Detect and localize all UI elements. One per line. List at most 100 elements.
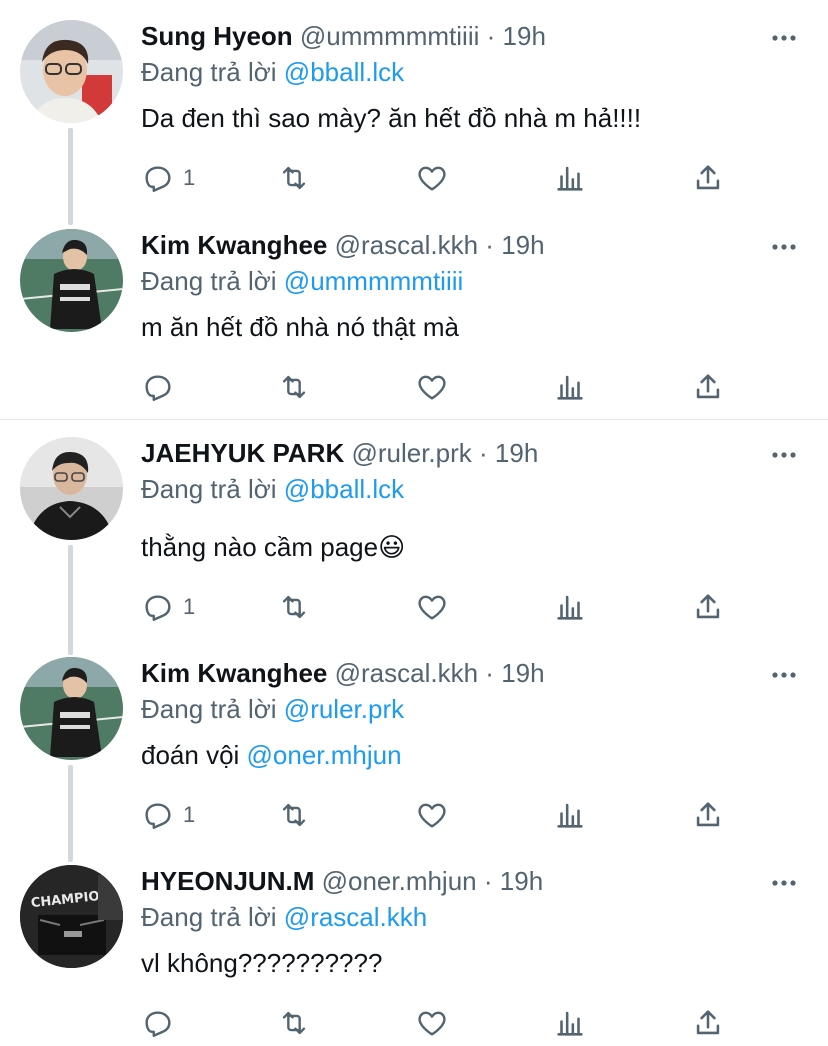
action-bar: 1 (141, 158, 741, 198)
reply-prefix: Đang trả lời (141, 57, 277, 87)
reply-count: 1 (183, 802, 196, 827)
tweet-text-body: đoán vội (141, 740, 247, 770)
share-icon (696, 594, 720, 619)
analytics-icon (557, 803, 583, 828)
display-name[interactable]: HYEONJUN.M (141, 866, 314, 896)
reply-to-mention[interactable]: @bball.lck (284, 474, 404, 504)
retweet-icon (282, 375, 306, 399)
retweet-button[interactable] (277, 158, 311, 198)
reply-to-mention[interactable]: @rascal.kkh (284, 902, 427, 932)
separator: · (483, 866, 493, 896)
tweet[interactable]: Sung Hyeon @ummmmmtiiii · 19h Đang trả l… (0, 0, 828, 210)
like-button[interactable] (415, 367, 449, 407)
reply-count: 1 (183, 594, 196, 619)
reply-to-mention[interactable]: @ruler.prk (284, 694, 404, 724)
user-handle[interactable]: @ummmmmtiiii (300, 21, 479, 51)
retweet-button[interactable] (277, 1003, 311, 1043)
tweet-text-body: thằng nào cầm page (141, 532, 379, 562)
share-icon (696, 802, 720, 827)
reply-button[interactable] (141, 367, 183, 407)
reply-count: 1 (183, 165, 196, 190)
display-name[interactable]: Kim Kwanghee (141, 230, 327, 260)
timestamp[interactable]: 19h (501, 658, 544, 688)
user-handle[interactable]: @rascal.kkh (335, 658, 478, 688)
more-icon[interactable] (768, 22, 800, 54)
avatar[interactable]: CHAMPION (20, 865, 123, 968)
tweet-text: m ăn hết đồ nhà nó thật mà (141, 312, 459, 342)
like-button[interactable] (415, 1003, 449, 1043)
timestamp[interactable]: 19h (500, 866, 543, 896)
reply-button[interactable]: 1 (141, 795, 195, 835)
views-button[interactable] (553, 1003, 587, 1043)
timestamp[interactable]: 19h (495, 438, 538, 468)
action-bar: 1 (141, 795, 741, 835)
reply-to-mention[interactable]: @ummmmmtiiii (284, 266, 463, 296)
tweet-text: đoán vội @oner.mhjun (141, 735, 402, 775)
share-icon (696, 165, 720, 190)
reply-context: Đang trả lời @rascal.kkh (141, 897, 427, 937)
retweet-button[interactable] (277, 795, 311, 835)
separator: · (486, 21, 496, 51)
heart-icon (418, 803, 446, 828)
tweet-header: Sung Hyeon @ummmmmtiiii · 19h (141, 16, 546, 56)
more-icon[interactable] (768, 867, 800, 899)
tweet-text: Da đen thì sao mày? ăn hết đồ nhà m hả!!… (141, 103, 642, 133)
user-handle[interactable]: @rascal.kkh (335, 230, 478, 260)
user-handle[interactable]: @oner.mhjun (322, 866, 477, 896)
retweet-button[interactable] (277, 367, 311, 407)
views-button[interactable] (553, 367, 587, 407)
tweet[interactable]: Kim Kwanghee @rascal.kkh · 19h Đang trả … (0, 209, 828, 419)
share-icon (696, 1010, 720, 1035)
reply-prefix: Đang trả lời (141, 266, 277, 296)
analytics-icon (557, 1011, 583, 1036)
reply-context: Đang trả lời @bball.lck (141, 52, 404, 92)
avatar[interactable] (20, 229, 123, 332)
timestamp[interactable]: 19h (503, 21, 546, 51)
smiley-emoji: 😃 (378, 532, 406, 562)
views-button[interactable] (553, 587, 587, 627)
views-button[interactable] (553, 795, 587, 835)
share-icon (696, 374, 720, 399)
avatar[interactable] (20, 437, 123, 540)
display-name[interactable]: JAEHYUK PARK (141, 438, 344, 468)
separator: · (485, 658, 494, 688)
reply-icon (145, 595, 171, 621)
avatar[interactable] (20, 20, 123, 123)
heart-icon (418, 375, 446, 400)
tweet[interactable]: JAEHYUK PARK @ruler.prk · 19h Đang trả l… (0, 417, 828, 647)
timestamp[interactable]: 19h (501, 230, 544, 260)
display-name[interactable]: Kim Kwanghee (141, 658, 327, 688)
tweet[interactable]: CHAMPION HYEONJUN.M @oner.mhjun · 19h Đa… (0, 845, 828, 1046)
reply-button[interactable] (141, 1003, 183, 1043)
more-icon[interactable] (768, 439, 800, 471)
tweet[interactable]: Kim Kwanghee @rascal.kkh · 19h Đang trả … (0, 637, 828, 847)
tweet-header: Kim Kwanghee @rascal.kkh · 19h (141, 225, 545, 265)
reply-to-mention[interactable]: @bball.lck (284, 57, 404, 87)
views-button[interactable] (553, 158, 587, 198)
share-button[interactable] (691, 587, 725, 627)
share-button[interactable] (691, 795, 725, 835)
display-name[interactable]: Sung Hyeon (141, 21, 293, 51)
like-button[interactable] (415, 158, 449, 198)
analytics-icon (557, 595, 583, 620)
retweet-button[interactable] (277, 587, 311, 627)
share-button[interactable] (691, 367, 725, 407)
text-mention[interactable]: @oner.mhjun (247, 740, 402, 770)
reply-button[interactable]: 1 (141, 587, 195, 627)
user-handle[interactable]: @ruler.prk (351, 438, 471, 468)
avatar[interactable] (20, 657, 123, 760)
action-bar: 1 (141, 587, 741, 627)
analytics-icon (557, 375, 583, 400)
heart-icon (418, 166, 446, 191)
reply-button[interactable]: 1 (141, 158, 195, 198)
share-button[interactable] (691, 1003, 725, 1043)
like-button[interactable] (415, 587, 449, 627)
separator: · (485, 230, 494, 260)
share-button[interactable] (691, 158, 725, 198)
more-icon[interactable] (768, 659, 800, 691)
reply-icon (145, 1011, 171, 1037)
analytics-icon (557, 166, 583, 191)
more-icon[interactable] (768, 231, 800, 263)
heart-icon (418, 595, 446, 620)
like-button[interactable] (415, 795, 449, 835)
